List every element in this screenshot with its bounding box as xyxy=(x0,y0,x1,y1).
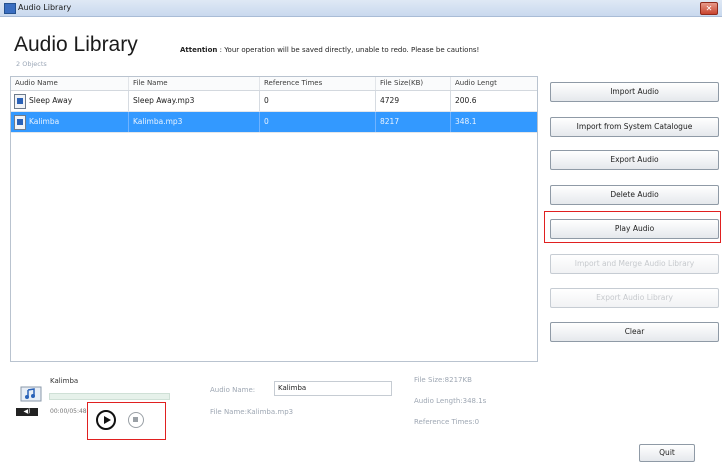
file-name-readout: File Name:Kalimba.mp3 xyxy=(210,408,294,416)
table-row[interactable]: Sleep Away Sleep Away.mp3 0 4729 200.6 xyxy=(11,91,537,112)
player-track-title: Kalimba xyxy=(50,377,79,385)
player-progress-bar[interactable] xyxy=(49,393,170,400)
cell-audio-length: 200.6 xyxy=(455,96,477,105)
clear-button[interactable]: Clear xyxy=(550,322,719,342)
player-time: 00:00/05:48 xyxy=(50,408,87,415)
delete-audio-button[interactable]: Delete Audio xyxy=(550,185,719,205)
cell-file-name: Sleep Away.mp3 xyxy=(129,91,260,111)
audio-name-text: Kalimba xyxy=(29,117,60,126)
close-button[interactable]: ✕ xyxy=(700,2,718,15)
cell-audio-name: Sleep Away xyxy=(11,91,129,111)
app-icon xyxy=(4,3,16,14)
cell-reference-times: 0 xyxy=(260,91,376,111)
attention-text: : Your operation will be saved directly,… xyxy=(217,46,480,54)
audio-name-text: Sleep Away xyxy=(29,96,73,105)
cell-audio-name: Kalimba xyxy=(11,112,129,132)
quit-button[interactable]: Quit xyxy=(639,444,695,462)
audio-length-readout: Audio Length:348.1s xyxy=(414,397,487,405)
speaker-icon[interactable]: ◀) xyxy=(16,408,38,416)
cell-file-name: Kalimba.mp3 xyxy=(129,112,260,132)
import-merge-library-button[interactable]: Import and Merge Audio Library xyxy=(550,254,719,274)
file-size-readout: File Size:8217KB xyxy=(414,376,472,384)
audio-file-icon xyxy=(14,115,26,130)
play-audio-highlight xyxy=(544,211,721,243)
cell-file-size: 4729 xyxy=(376,91,451,111)
import-system-catalogue-button[interactable]: Import from System Catalogue xyxy=(550,117,719,137)
export-library-button[interactable]: Export Audio Library xyxy=(550,288,719,308)
cell-reference-times: 0 xyxy=(260,112,376,132)
export-audio-button[interactable]: Export Audio xyxy=(550,150,719,170)
attention-notice: Attention : Your operation will be saved… xyxy=(180,46,479,54)
stop-icon[interactable] xyxy=(128,412,144,428)
audio-name-label: Audio Name: xyxy=(210,386,256,394)
audio-name-input[interactable]: Kalimba xyxy=(274,381,392,396)
reference-times-readout: Reference Times:0 xyxy=(414,418,480,426)
cell-file-size: 8217 xyxy=(376,112,451,132)
audio-table[interactable]: Audio Name File Name Reference Times Fil… xyxy=(10,76,538,362)
column-reference-times[interactable]: Reference Times xyxy=(260,77,376,90)
import-audio-button[interactable]: Import Audio xyxy=(550,82,719,102)
audio-file-icon xyxy=(14,94,26,109)
column-audio-name[interactable]: Audio Name xyxy=(11,77,129,90)
column-audio-length[interactable]: Audio Lengt xyxy=(451,77,537,90)
play-icon[interactable] xyxy=(96,410,116,430)
page-title: Audio Library xyxy=(14,33,138,56)
cell-audio-length: 348.1 xyxy=(455,117,477,126)
attention-label: Attention xyxy=(180,46,218,54)
window-titlebar: Audio Library ✕ xyxy=(0,0,722,17)
table-header: Audio Name File Name Reference Times Fil… xyxy=(11,77,537,91)
table-row-selected[interactable]: Kalimba Kalimba.mp3 0 8217 348.1 xyxy=(11,112,537,133)
column-file-size[interactable]: File Size(KB) xyxy=(376,77,451,90)
column-file-name[interactable]: File Name xyxy=(129,77,260,90)
object-count: 2 Objects xyxy=(16,60,47,68)
audio-thumbnail-icon xyxy=(20,386,42,402)
window-title: Audio Library xyxy=(18,3,72,12)
